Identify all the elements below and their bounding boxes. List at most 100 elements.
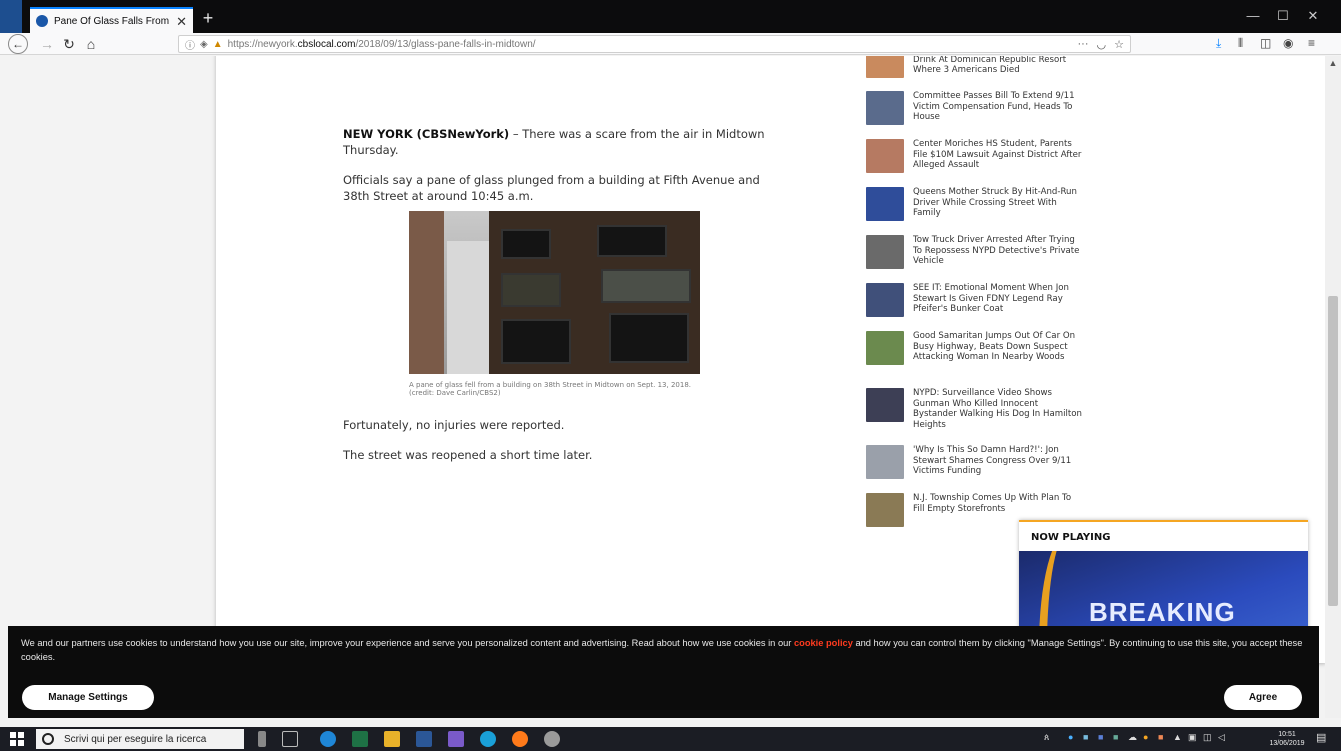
- headline-thumbnail[interactable]: [866, 388, 904, 422]
- taskbar-search-input[interactable]: Scrivi qui per eseguire la ricerca: [36, 729, 244, 749]
- people-icon[interactable]: ጰ: [1044, 732, 1049, 743]
- headline-thumbnail[interactable]: [866, 187, 904, 221]
- window-maximize-button[interactable]: ☐: [1268, 9, 1298, 23]
- article-photo: [409, 211, 700, 374]
- agree-button[interactable]: Agree: [1224, 685, 1302, 710]
- app-icon[interactable]: [544, 731, 560, 747]
- tray-app-icon[interactable]: ■: [1158, 732, 1163, 742]
- reload-icon[interactable]: ↻: [58, 34, 80, 54]
- cortana-icon: [42, 733, 54, 745]
- cookie-policy-link[interactable]: cookie policy: [794, 638, 853, 648]
- firefox-icon[interactable]: [512, 731, 528, 747]
- headline-link[interactable]: Center Moriches HS Student, Parents File…: [913, 139, 1083, 171]
- browser-tab-bar: Pane Of Glass Falls From Midto ✕ + — ☐ ✕: [0, 0, 1341, 33]
- dateline: NEW YORK (CBSNewYork): [343, 127, 510, 141]
- list-item[interactable]: Queens Mother Struck By Hit-And-Run Driv…: [866, 187, 1086, 235]
- headline-thumbnail[interactable]: [866, 235, 904, 269]
- tray-app-icon[interactable]: ●: [1143, 732, 1148, 742]
- headline-link[interactable]: 'Why Is This So Damn Hard?!': Jon Stewar…: [913, 445, 1083, 477]
- windows-taskbar: Scrivi qui per eseguire la ricerca ጰ ● ■…: [0, 727, 1341, 751]
- extension-icon[interactable]: ◉: [1283, 36, 1293, 50]
- cookie-message: We and our partners use cookies to under…: [21, 638, 1303, 662]
- home-icon[interactable]: ⌂: [80, 34, 102, 54]
- word-icon[interactable]: [416, 731, 432, 747]
- browser-tab[interactable]: Pane Of Glass Falls From Midto ✕: [30, 7, 193, 33]
- video-text: BREAKING: [1089, 597, 1236, 627]
- now-playing-label: NOW PLAYING: [1031, 532, 1111, 543]
- headline-link[interactable]: N.J. Township Comes Up With Plan To Fill…: [913, 493, 1083, 514]
- back-arrow-icon[interactable]: ←: [8, 34, 28, 54]
- bookmark-star-icon[interactable]: ☆: [1114, 38, 1124, 51]
- headline-link[interactable]: Queens Mother Struck By Hit-And-Run Driv…: [913, 187, 1083, 219]
- download-icon[interactable]: ⤓: [1216, 36, 1221, 51]
- sidebar-toggle-icon[interactable]: ◫: [1260, 36, 1271, 50]
- headline-link[interactable]: SEE IT: Emotional Moment When Jon Stewar…: [913, 283, 1083, 315]
- new-tab-button[interactable]: +: [198, 7, 218, 29]
- address-bar[interactable]: ⓘ ◈ ▲ https://newyork.cbslocal.com/2018/…: [178, 35, 1131, 53]
- manage-settings-button[interactable]: Manage Settings: [22, 685, 154, 710]
- file-explorer-icon[interactable]: [384, 731, 400, 747]
- windows-start-icon[interactable]: [10, 732, 24, 746]
- tab-close-icon[interactable]: ✕: [176, 15, 187, 28]
- headline-link[interactable]: Good Samaritan Jumps Out Of Car On Busy …: [913, 331, 1083, 363]
- page-scrollbar[interactable]: ▲: [1325, 56, 1341, 718]
- tray-app-icon[interactable]: ●: [1068, 732, 1073, 742]
- list-item[interactable]: New York Woman Vomited Blood After Drink…: [866, 56, 1086, 91]
- page-viewport: NEW YORK (CBSNewYork) – There was a scar…: [0, 56, 1341, 718]
- photo-caption: A pane of glass fell from a building on …: [409, 381, 691, 397]
- volume-icon[interactable]: ◁: [1218, 732, 1225, 743]
- headline-link[interactable]: NYPD: Surveillance Video Shows Gunman Wh…: [913, 388, 1083, 430]
- tabbar-accent: [0, 0, 22, 33]
- headline-link[interactable]: Committee Passes Bill To Extend 9/11 Vic…: [913, 91, 1083, 123]
- headline-thumbnail[interactable]: [866, 139, 904, 173]
- tray-app-icon[interactable]: ▣: [1188, 732, 1197, 743]
- list-item[interactable]: Tow Truck Driver Arrested After Trying T…: [866, 235, 1086, 283]
- shield-icon[interactable]: ◈: [200, 39, 208, 50]
- cookie-banner: We and our partners use cookies to under…: [8, 626, 1319, 718]
- forward-arrow-icon[interactable]: →: [36, 34, 58, 54]
- site-favicon-icon: [36, 15, 48, 27]
- library-icon[interactable]: ⫴: [1238, 36, 1243, 51]
- window-minimize-button[interactable]: —: [1238, 9, 1268, 23]
- excel-icon[interactable]: [352, 731, 368, 747]
- headline-thumbnail[interactable]: [866, 445, 904, 479]
- list-item[interactable]: NYPD: Surveillance Video Shows Gunman Wh…: [866, 388, 1086, 445]
- headline-thumbnail[interactable]: [866, 56, 904, 78]
- article-body: NEW YORK (CBSNewYork) – There was a scar…: [343, 126, 783, 218]
- tray-app-icon[interactable]: ■: [1083, 732, 1088, 742]
- menu-icon[interactable]: ≡: [1308, 36, 1315, 50]
- tray-app-icon[interactable]: ☁: [1128, 732, 1137, 743]
- scrollbar-thumb[interactable]: [1328, 296, 1338, 606]
- headline-thumbnail[interactable]: [866, 91, 904, 125]
- app-icon[interactable]: [480, 731, 496, 747]
- window-close-button[interactable]: ✕: [1298, 9, 1328, 23]
- headline-thumbnail[interactable]: [866, 493, 904, 527]
- task-view-icon[interactable]: [282, 731, 298, 747]
- taskbar-clock[interactable]: 10:51 13/06/2019: [1265, 730, 1309, 748]
- headline-thumbnail[interactable]: [866, 283, 904, 317]
- list-item[interactable]: Committee Passes Bill To Extend 9/11 Vic…: [866, 91, 1086, 139]
- tray-app-icon[interactable]: ▲: [1173, 732, 1182, 742]
- scroll-up-icon[interactable]: ▲: [1325, 58, 1341, 68]
- tray-app-icon[interactable]: ■: [1113, 732, 1118, 742]
- list-item[interactable]: 'Why Is This So Damn Hard?!': Jon Stewar…: [866, 445, 1086, 493]
- notifications-icon[interactable]: ▤: [1316, 731, 1326, 744]
- headline-link[interactable]: New York Woman Vomited Blood After Drink…: [913, 56, 1083, 76]
- lock-warning-icon[interactable]: ▲: [213, 39, 223, 50]
- browser-nav-bar: ← → ↻ ⌂ ⓘ ◈ ▲ https://newyork.cbslocal.c…: [0, 33, 1341, 55]
- list-item[interactable]: SEE IT: Emotional Moment When Jon Stewar…: [866, 283, 1086, 331]
- microphone-icon[interactable]: [258, 731, 266, 747]
- article-paragraph: The street was reopened a short time lat…: [343, 448, 593, 462]
- pocket-icon[interactable]: ◡: [1097, 38, 1107, 51]
- article-body-continued: Fortunately, no injuries were reported. …: [343, 417, 783, 477]
- headline-link[interactable]: Tow Truck Driver Arrested After Trying T…: [913, 235, 1083, 267]
- page-actions-icon[interactable]: ···: [1078, 38, 1089, 51]
- headline-thumbnail[interactable]: [866, 331, 904, 365]
- tray-app-icon[interactable]: ■: [1098, 732, 1103, 742]
- list-item[interactable]: Center Moriches HS Student, Parents File…: [866, 139, 1086, 187]
- edge-icon[interactable]: [320, 731, 336, 747]
- info-icon[interactable]: ⓘ: [185, 37, 195, 52]
- network-icon[interactable]: ◫: [1203, 732, 1212, 743]
- list-item[interactable]: Good Samaritan Jumps Out Of Car On Busy …: [866, 331, 1086, 388]
- app-icon[interactable]: [448, 731, 464, 747]
